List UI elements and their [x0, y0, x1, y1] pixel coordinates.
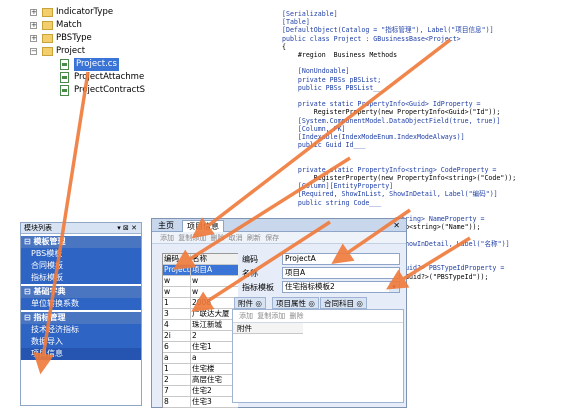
arrow-class-to-item [33, 71, 90, 375]
arrow-name-to-form [191, 220, 331, 312]
arrow-code-to-form [331, 208, 411, 264]
annotation-arrows [33, 38, 471, 375]
arrow-type-to-combo [386, 236, 471, 290]
arrow-id-to-grid [173, 156, 351, 270]
arrow-label-to-tab [191, 38, 452, 239]
